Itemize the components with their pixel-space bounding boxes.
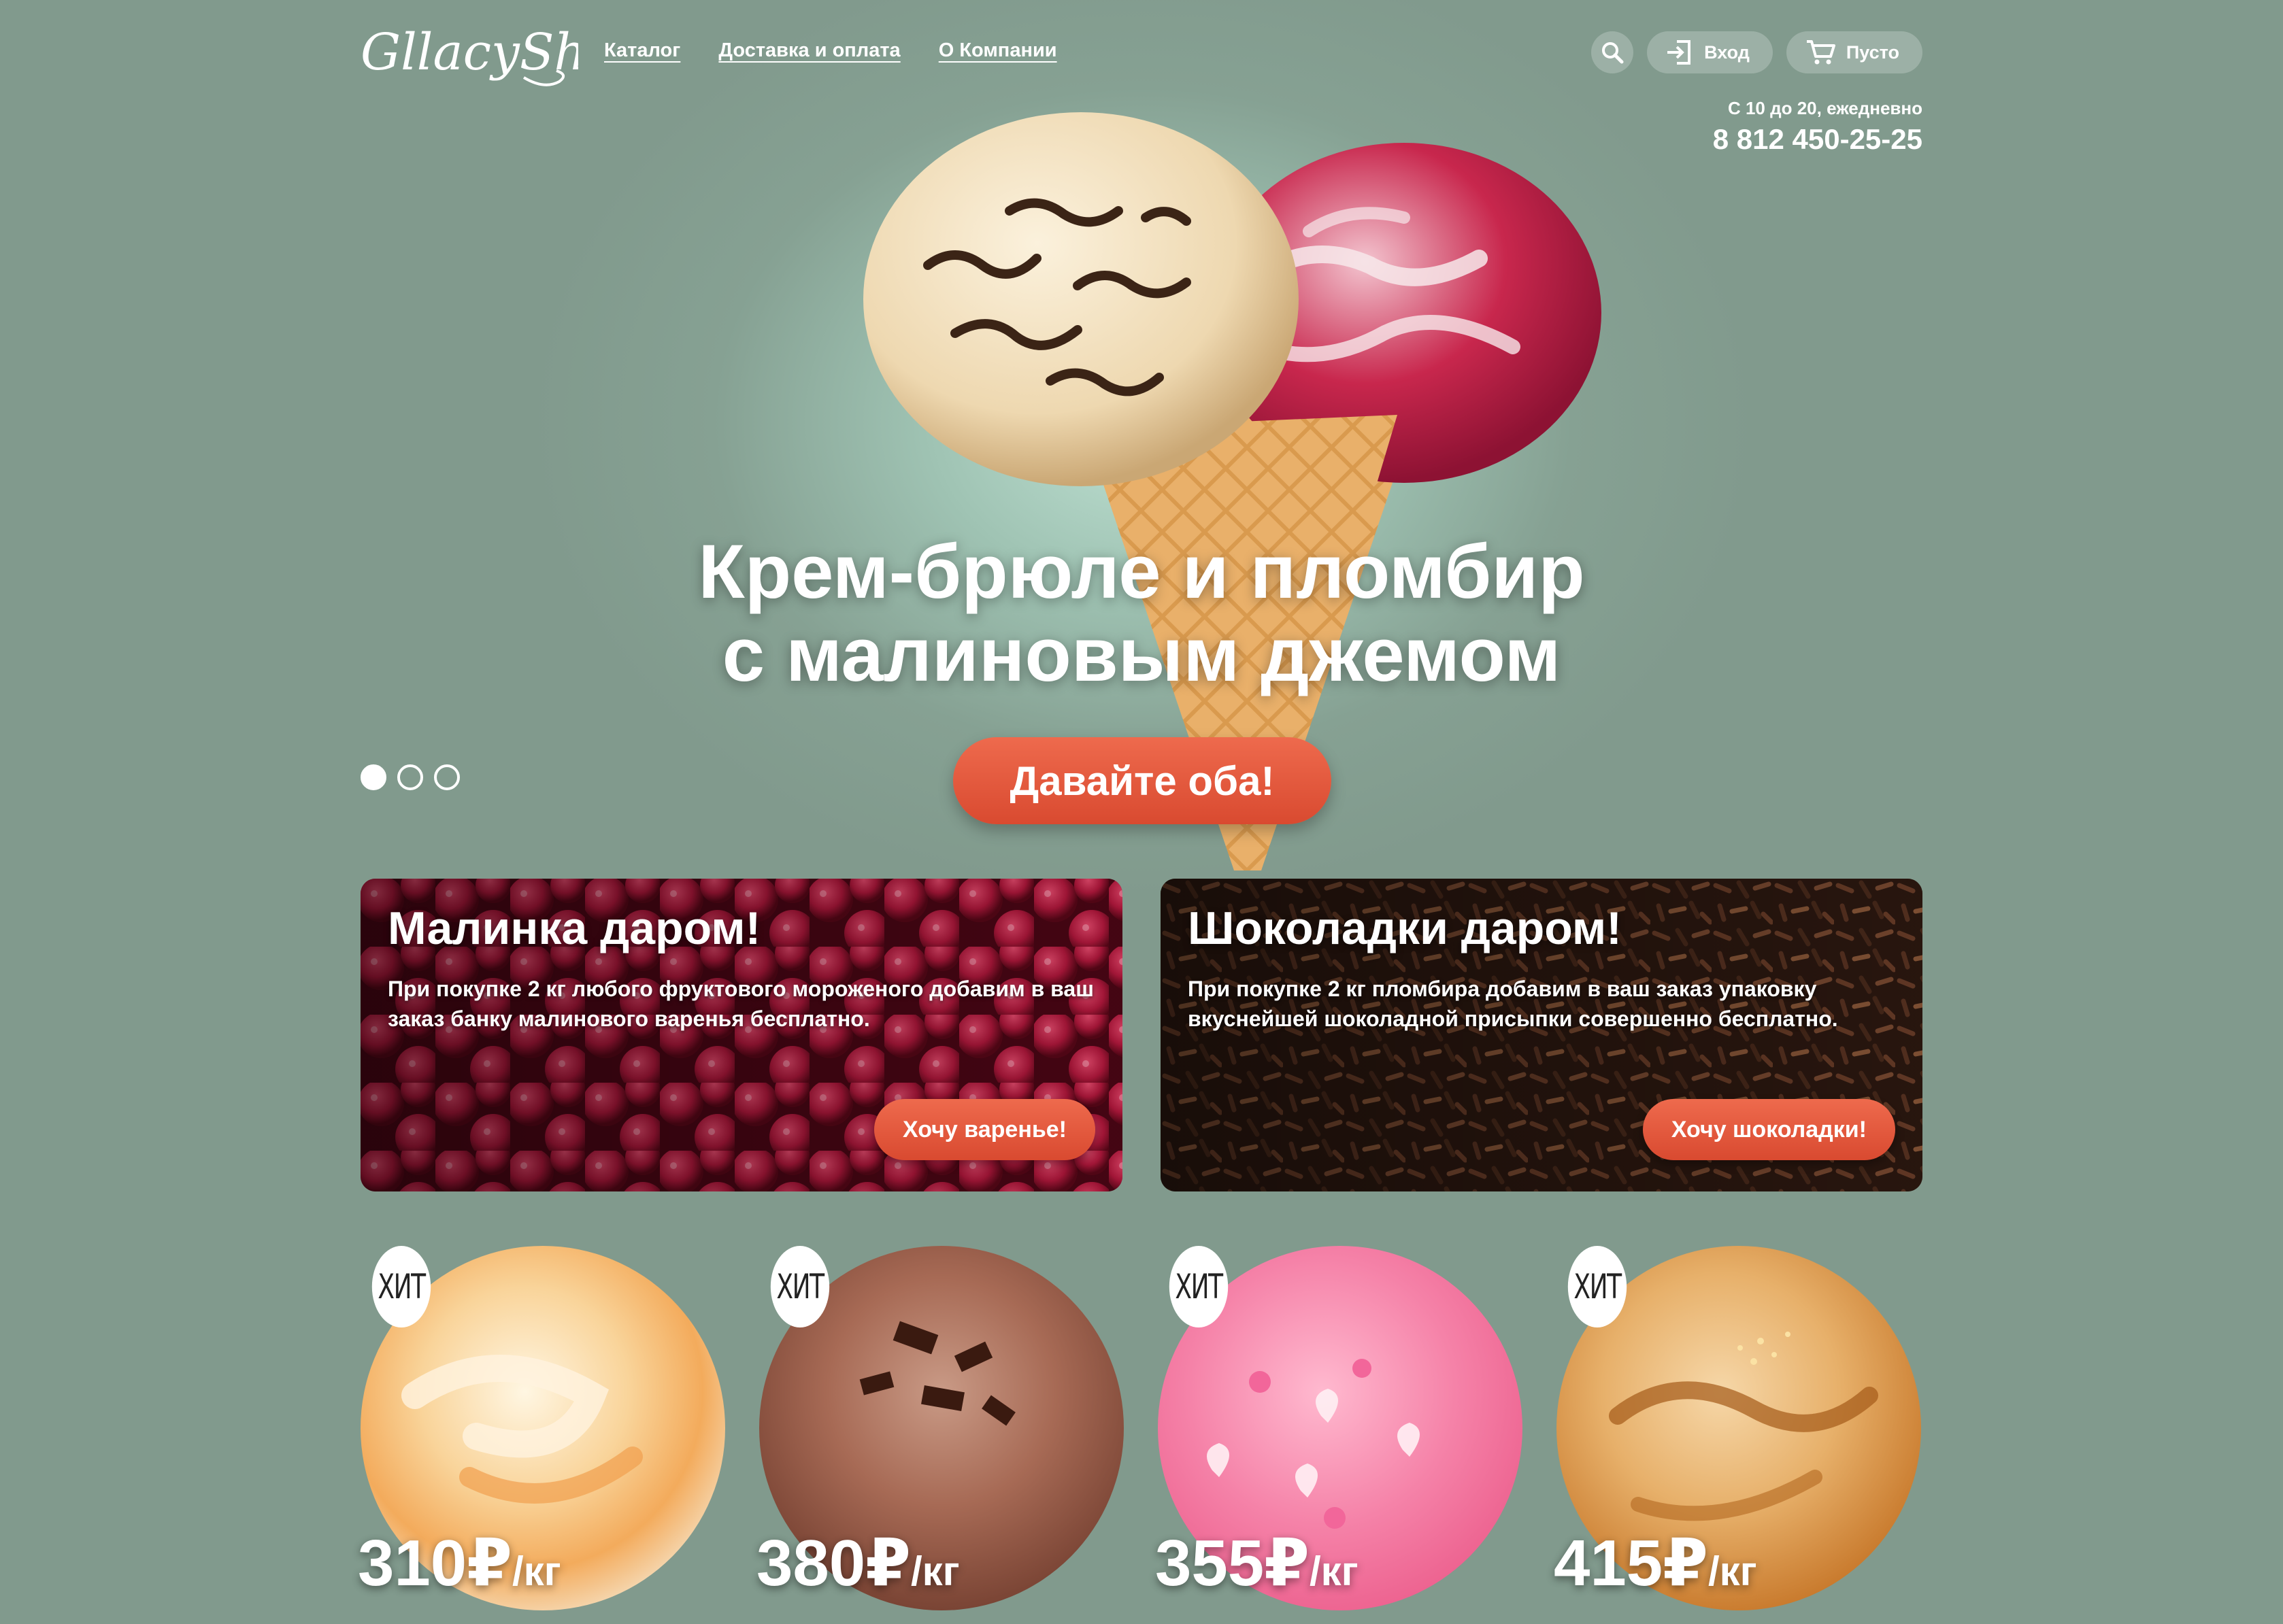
- main-nav: Каталог Доставка и оплата О Компании: [604, 39, 1057, 62]
- promo-card-raspberry: Малинка даром! При покупке 2 кг любого ф…: [361, 879, 1122, 1191]
- product-card-4[interactable]: ХИТ 415₽/кг: [1554, 1246, 1921, 1624]
- nav-delivery[interactable]: Доставка и оплата: [718, 39, 900, 62]
- hero-title: Крем-брюле и пломбир с малиновым джемом: [361, 530, 1922, 696]
- hit-badge: ХИТ: [1169, 1246, 1229, 1327]
- promo-title: Малинка даром!: [388, 902, 761, 954]
- hit-badge: ХИТ: [770, 1246, 830, 1327]
- product-price: 310₽/кг: [358, 1527, 561, 1600]
- promo-text: При покупке 2 кг любого фруктового морож…: [388, 977, 1094, 1031]
- login-label: Вход: [1704, 41, 1750, 63]
- product-card-2[interactable]: ХИТ 380₽/кг: [756, 1246, 1124, 1624]
- product-card-3[interactable]: ХИТ 355₽/кг: [1155, 1246, 1522, 1624]
- cart-icon: [1806, 40, 1835, 65]
- slider-dot-2[interactable]: [397, 764, 423, 790]
- product-card-1[interactable]: ХИТ 310₽/кг: [358, 1246, 725, 1624]
- hero-title-line-2: с малиновым джемом: [722, 612, 1561, 697]
- search-button[interactable]: [1591, 31, 1634, 73]
- product-price: 415₽/кг: [1554, 1527, 1757, 1600]
- phone-number[interactable]: 8 812 450-25-25: [1713, 123, 1922, 156]
- contact-info: С 10 до 20, ежедневно 8 812 450-25-25: [1713, 98, 1922, 156]
- promo-title: Шоколадки даром!: [1188, 902, 1622, 954]
- nav-catalog[interactable]: Каталог: [604, 39, 680, 62]
- logo[interactable]: GllacyShop: [361, 10, 649, 98]
- cart-button[interactable]: Пусто: [1786, 31, 1922, 73]
- page: GllacyShop Каталог Доставка и оплата О К…: [358, 0, 1922, 1624]
- search-icon: [1602, 42, 1624, 64]
- logo-text: GllacyShop: [361, 23, 578, 82]
- product-price: 380₽/кг: [756, 1527, 960, 1600]
- want-chocolate-button[interactable]: Хочу шоколадки!: [1642, 1099, 1895, 1160]
- login-button[interactable]: Вход: [1647, 31, 1773, 73]
- hit-badge: ХИТ: [371, 1246, 431, 1327]
- slider-dot-3[interactable]: [434, 764, 460, 790]
- hero-title-line-1: Крем-брюле и пломбир: [698, 529, 1585, 614]
- slider-dot-1[interactable]: [361, 764, 386, 790]
- nav-about[interactable]: О Компании: [939, 39, 1057, 62]
- slider-pagination: [361, 764, 460, 790]
- cart-label: Пусто: [1846, 41, 1899, 63]
- header-actions: Вход Пусто: [1591, 31, 1922, 73]
- working-hours: С 10 до 20, ежедневно: [1727, 98, 1922, 118]
- want-jam-button[interactable]: Хочу варенье!: [874, 1099, 1095, 1160]
- login-icon: [1667, 40, 1691, 65]
- hero-cta-button[interactable]: Давайте оба!: [953, 737, 1331, 824]
- hit-badge: ХИТ: [1567, 1246, 1627, 1327]
- product-price: 355₽/кг: [1155, 1527, 1359, 1600]
- promo-text: При покупке 2 кг пломбира добавим в ваш …: [1188, 977, 1838, 1031]
- promo-card-chocolate: Шоколадки даром! При покупке 2 кг пломби…: [1161, 879, 1922, 1191]
